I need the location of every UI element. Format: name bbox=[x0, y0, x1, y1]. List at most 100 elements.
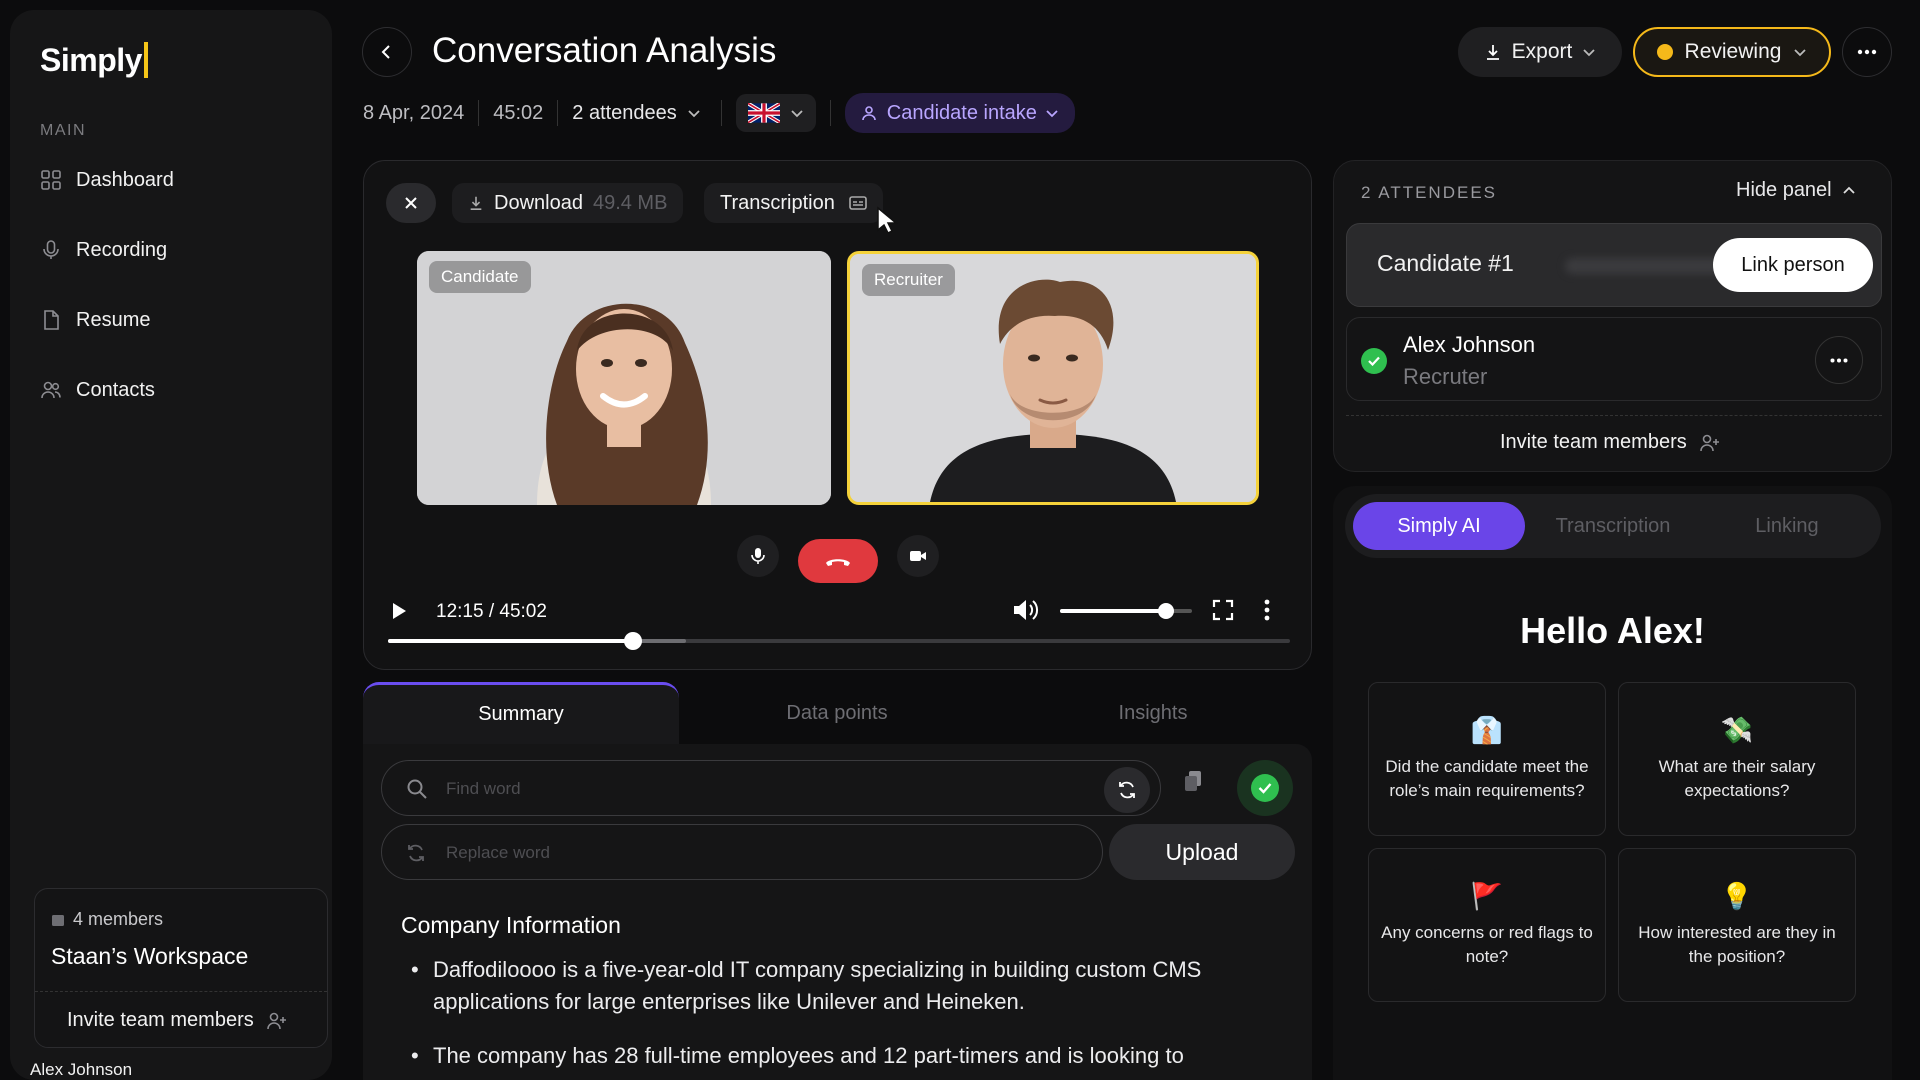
download-icon bbox=[468, 195, 484, 211]
find-word-field[interactable] bbox=[381, 760, 1161, 817]
video-tile-candidate[interactable]: Candidate bbox=[417, 251, 831, 505]
status-dot-icon bbox=[1656, 44, 1673, 60]
conversation-duration: 45:02 bbox=[493, 101, 544, 124]
sidebar-item-dashboard[interactable]: Dashboard bbox=[40, 160, 174, 200]
prompt-text: Did the candidate meet the role’s main r… bbox=[1385, 757, 1589, 800]
confirm-button[interactable] bbox=[1237, 760, 1293, 816]
sidebar-item-label: Resume bbox=[76, 308, 151, 331]
status-dropdown[interactable]: Reviewing bbox=[1633, 27, 1831, 77]
hide-panel-button[interactable]: Hide panel bbox=[1736, 179, 1856, 202]
sidebar: Simply MAIN Dashboard Recording Resume C… bbox=[10, 10, 332, 1080]
copy-icon bbox=[1183, 770, 1203, 792]
replace-word-input[interactable] bbox=[446, 825, 1046, 881]
person-icon bbox=[861, 104, 879, 122]
link-person-button[interactable]: Link person bbox=[1713, 238, 1873, 292]
suggested-prompt-requirements[interactable]: 👔 Did the candidate meet the role’s main… bbox=[1368, 682, 1606, 836]
sidebar-item-label: Dashboard bbox=[76, 168, 174, 191]
suggested-prompt-salary[interactable]: 💸 What are their salary expectations? bbox=[1618, 682, 1856, 836]
chevron-down-icon bbox=[1582, 45, 1596, 59]
find-word-input[interactable] bbox=[446, 761, 1046, 817]
suggested-prompt-red-flags[interactable]: 🚩 Any concerns or red flags to note? bbox=[1368, 848, 1606, 1002]
transcription-button[interactable]: Transcription bbox=[704, 183, 883, 223]
workspace-card[interactable]: 4 members Staan’s Workspace Invite team … bbox=[34, 888, 328, 1048]
ai-panel: Simply AI Transcription Linking Hello Al… bbox=[1333, 486, 1892, 1080]
tab-simply-ai[interactable]: Simply AI bbox=[1353, 502, 1525, 550]
chevron-down-icon bbox=[790, 106, 804, 120]
more-vertical-icon bbox=[1264, 599, 1270, 621]
camera-button[interactable] bbox=[897, 535, 939, 577]
suggested-prompt-interest[interactable]: 💡 How interested are they in the positio… bbox=[1618, 848, 1856, 1002]
video-more-button[interactable] bbox=[1264, 599, 1270, 621]
playback-progress-bar[interactable] bbox=[388, 632, 1290, 650]
volume-button[interactable] bbox=[1012, 598, 1040, 622]
sidebar-item-contacts[interactable]: Contacts bbox=[40, 370, 155, 410]
mute-button[interactable] bbox=[737, 535, 779, 577]
sidebar-item-resume[interactable]: Resume bbox=[40, 300, 150, 340]
summary-bullets: Daffodiloooo is a five-year-old IT compa… bbox=[401, 954, 1281, 1080]
download-icon bbox=[1484, 43, 1502, 61]
back-button[interactable] bbox=[362, 27, 412, 77]
refresh-button[interactable] bbox=[1104, 767, 1150, 813]
replace-word-field[interactable] bbox=[381, 824, 1103, 881]
attendee-more-button[interactable] bbox=[1815, 336, 1863, 384]
fullscreen-button[interactable] bbox=[1212, 599, 1234, 621]
sidebar-item-label: Contacts bbox=[76, 378, 155, 401]
money-icon: 💸 bbox=[1720, 715, 1754, 745]
upload-button[interactable]: Upload bbox=[1109, 824, 1295, 880]
more-horizontal-icon bbox=[1830, 358, 1848, 363]
hang-up-button[interactable] bbox=[798, 539, 878, 583]
current-user-name[interactable]: Alex Johnson bbox=[30, 1060, 132, 1080]
panel-title: 2 ATTENDEES bbox=[1361, 183, 1497, 202]
tab-insights[interactable]: Insights bbox=[995, 682, 1311, 744]
building-icon bbox=[51, 913, 65, 927]
phone-hangup-icon bbox=[825, 555, 851, 567]
app-logo[interactable]: Simply bbox=[40, 42, 148, 79]
download-button[interactable]: Download 49.4 MB bbox=[452, 183, 684, 223]
section-label-main: MAIN bbox=[40, 122, 86, 139]
mic-icon bbox=[750, 547, 766, 565]
copy-button[interactable] bbox=[1183, 770, 1203, 792]
refresh-icon bbox=[1117, 780, 1137, 800]
captions-icon bbox=[849, 196, 867, 210]
progress-handle[interactable] bbox=[624, 632, 643, 650]
ai-panel-tabs: Simply AI Transcription Linking bbox=[1345, 494, 1881, 558]
mouse-pointer-icon bbox=[876, 206, 898, 234]
divider bbox=[35, 991, 327, 992]
close-icon bbox=[403, 195, 419, 211]
chevron-left-icon bbox=[379, 44, 395, 60]
uk-flag-icon bbox=[747, 103, 780, 123]
category-dropdown[interactable]: Candidate intake bbox=[844, 93, 1075, 133]
close-video-button[interactable] bbox=[386, 183, 436, 223]
tab-data-points[interactable]: Data points bbox=[679, 682, 995, 744]
more-horizontal-icon bbox=[1857, 49, 1877, 55]
page-title: Conversation Analysis bbox=[432, 31, 777, 70]
attendee-row-candidate: Candidate #1 Link person bbox=[1346, 223, 1882, 307]
list-item: The company has 28 full-time employees a… bbox=[401, 1040, 1281, 1072]
export-button[interactable]: Export bbox=[1458, 27, 1622, 77]
volume-slider[interactable] bbox=[1060, 603, 1192, 619]
attendee-name: Alex Johnson bbox=[1403, 332, 1536, 357]
progress-played bbox=[388, 639, 634, 643]
invite-team-button[interactable]: Invite team members bbox=[67, 1009, 288, 1032]
attendees-dropdown[interactable]: 2 attendees bbox=[572, 102, 701, 125]
redacted-text bbox=[1565, 258, 1725, 274]
necktie-icon: 👔 bbox=[1470, 715, 1504, 745]
invite-team-button[interactable]: Invite team members bbox=[1500, 431, 1721, 454]
divider bbox=[1346, 415, 1882, 416]
mic-icon bbox=[40, 239, 62, 261]
language-dropdown[interactable] bbox=[735, 94, 816, 132]
list-item: Daffodiloooo is a five-year-old IT compa… bbox=[401, 954, 1281, 1018]
more-options-button[interactable] bbox=[1842, 27, 1892, 77]
conversation-date: 8 Apr, 2024 bbox=[363, 101, 465, 124]
summary-tabs: Summary Data points Insights bbox=[363, 682, 1312, 744]
video-tile-recruiter[interactable]: Recruiter bbox=[847, 251, 1259, 505]
search-icon bbox=[406, 778, 428, 800]
tab-linking[interactable]: Linking bbox=[1701, 502, 1873, 550]
volume-handle[interactable] bbox=[1157, 603, 1174, 619]
sidebar-item-recording[interactable]: Recording bbox=[40, 230, 167, 270]
tab-summary[interactable]: Summary bbox=[363, 682, 679, 744]
play-button[interactable] bbox=[390, 601, 408, 621]
prompt-text: What are their salary expectations? bbox=[1658, 757, 1816, 800]
tile-label-recruiter: Recruiter bbox=[862, 264, 955, 296]
tab-transcription[interactable]: Transcription bbox=[1527, 502, 1699, 550]
